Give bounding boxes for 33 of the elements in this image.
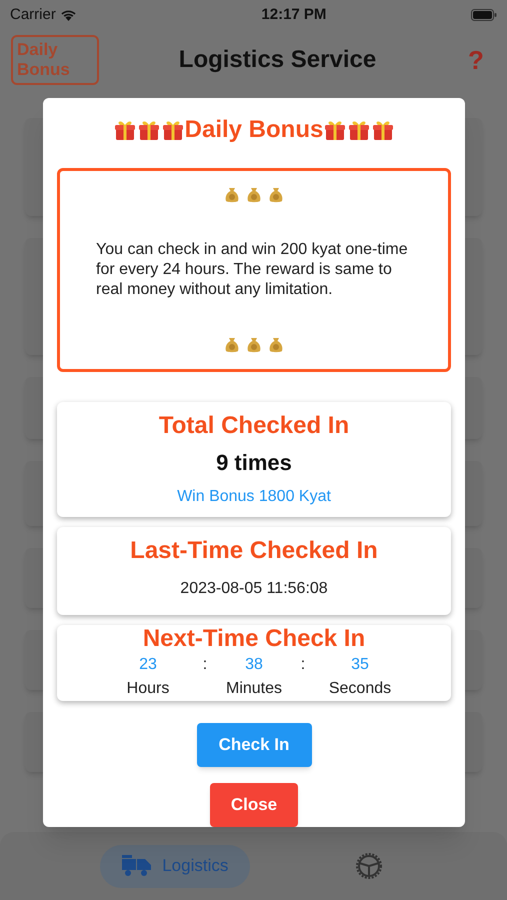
money-bag-icon	[225, 337, 239, 353]
card-title: Last-Time Checked In	[130, 537, 378, 565]
last-checkin-time: 2023-08-05 11:56:08	[180, 579, 328, 599]
money-bag-icon	[225, 187, 239, 203]
help-button[interactable]: ?	[456, 40, 496, 80]
countdown-separator: :	[202, 656, 208, 673]
tab-button[interactable]: Logistics	[100, 844, 250, 888]
status-time: 12:17 PM	[261, 4, 326, 25]
countdown-separator: :	[300, 656, 306, 673]
money-bag-icon	[269, 187, 283, 203]
truck-icon	[122, 854, 152, 878]
wifi-icon	[60, 9, 77, 21]
checkin-count: 9 times	[216, 449, 292, 477]
battery-icon	[470, 9, 497, 21]
countdown-value: 35	[351, 655, 369, 675]
card-title: Total Checked In	[158, 412, 350, 440]
money-bag-icon	[247, 337, 261, 353]
countdown-unit: Seconds	[328, 679, 392, 699]
daily-bonus-button[interactable]: Daily Bonus	[11, 35, 99, 85]
money-bag-icon	[247, 187, 261, 203]
notice-text: You can check in and win 200 kyat one-time for every 24 hours. The reward is same to real money without any limitation.	[95, 240, 409, 300]
countdown-unit: Hours	[126, 679, 170, 699]
close-button[interactable]: Close	[210, 783, 298, 827]
check-in-button[interactable]: Check In	[196, 723, 312, 767]
dialog-title: Daily Bonus	[184, 115, 324, 145]
countdown-value: 38	[245, 655, 263, 675]
countdown-value: 23	[139, 655, 157, 675]
countdown-unit: Minutes	[226, 679, 282, 699]
money-bag-icon	[269, 337, 283, 353]
bonus-note: Win Bonus 1800 Kyat	[177, 487, 331, 507]
carrier-label: Carrier	[10, 4, 56, 25]
page-title: Logistics Service	[178, 45, 376, 75]
card-title: Next-Time Check In	[142, 625, 366, 653]
